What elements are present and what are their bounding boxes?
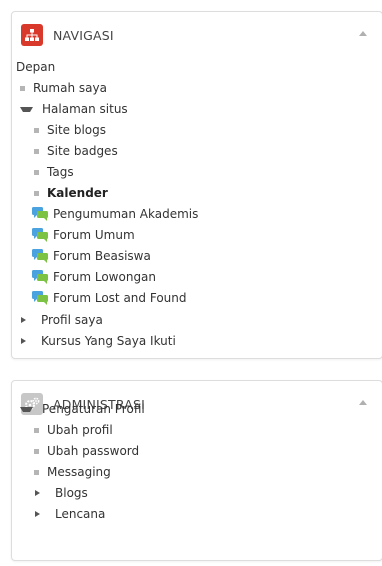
nav-item-kursus[interactable]: Kursus Yang Saya Ikuti — [20, 332, 176, 350]
admin-item-messaging[interactable]: Messaging — [34, 463, 111, 481]
admin-item-blogs[interactable]: Blogs — [34, 484, 88, 502]
bullet-icon — [34, 448, 39, 454]
nav-item-tags[interactable]: Tags — [34, 163, 74, 181]
admin-item-label[interactable]: Pengaturan Profil — [42, 402, 145, 416]
admin-item-pengaturan-profil[interactable]: Pengaturan Profil — [20, 400, 145, 418]
collapsed-arrow-icon[interactable] — [21, 338, 31, 344]
nav-item-label[interactable]: Kursus Yang Saya Ikuti — [41, 334, 176, 348]
admin-item-label[interactable]: Messaging — [47, 465, 111, 479]
admin-item-lencana[interactable]: Lencana — [34, 505, 105, 523]
nav-item-label[interactable]: Kalender — [47, 186, 108, 200]
admin-item-ubah-profil[interactable]: Ubah profil — [34, 421, 113, 439]
bullet-icon — [20, 85, 25, 91]
bullet-icon — [34, 148, 39, 154]
forum-icon — [32, 249, 48, 263]
nav-item-forum-umum[interactable]: Forum Umum — [32, 226, 135, 244]
admin-item-ubah-password[interactable]: Ubah password — [34, 442, 139, 460]
nav-item-label[interactable]: Forum Lost and Found — [53, 291, 186, 305]
nav-item-label[interactable]: Tags — [47, 165, 74, 179]
administration-block: ADMINISTRASI Pengaturan Profil Ubah prof… — [11, 380, 382, 561]
bullet-icon — [34, 469, 39, 475]
navigation-header: NAVIGASI — [21, 23, 373, 47]
nav-item-label[interactable]: Halaman situs — [42, 102, 128, 116]
nav-item-depan[interactable]: Depan — [16, 58, 55, 76]
nav-item-label[interactable]: Forum Umum — [53, 228, 135, 242]
nav-item-pengumuman-akademis[interactable]: Pengumuman Akademis — [32, 205, 198, 223]
nav-item-forum-lowongan[interactable]: Forum Lowongan — [32, 268, 156, 286]
nav-item-label[interactable]: Rumah saya — [33, 81, 107, 95]
bullet-icon — [34, 169, 39, 175]
nav-item-label[interactable]: Forum Lowongan — [53, 270, 156, 284]
admin-item-label[interactable]: Lencana — [55, 507, 105, 521]
forum-icon — [32, 207, 48, 221]
admin-item-label[interactable]: Ubah password — [47, 444, 139, 458]
expanded-arrow-icon[interactable] — [20, 106, 33, 112]
nav-item-label[interactable]: Site blogs — [47, 123, 106, 137]
bullet-icon — [34, 427, 39, 433]
forum-icon — [32, 270, 48, 284]
nav-item-label[interactable]: Depan — [16, 60, 55, 74]
nav-item-kalender[interactable]: Kalender — [34, 184, 108, 202]
collapse-caret-icon[interactable] — [359, 31, 367, 36]
collapsed-arrow-icon[interactable] — [35, 490, 45, 496]
nav-item-halaman-situs[interactable]: Halaman situs — [20, 100, 128, 118]
nav-item-site-blogs[interactable]: Site blogs — [34, 121, 106, 139]
nav-item-label[interactable]: Pengumuman Akademis — [53, 207, 198, 221]
navigation-block: NAVIGASI Depan Rumah saya Halaman situs … — [11, 11, 382, 359]
nav-item-forum-lost-and-found[interactable]: Forum Lost and Found — [32, 289, 186, 307]
forum-icon — [32, 291, 48, 305]
nav-item-forum-beasiswa[interactable]: Forum Beasiswa — [32, 247, 151, 265]
collapsed-arrow-icon[interactable] — [35, 511, 45, 517]
admin-item-label[interactable]: Blogs — [55, 486, 88, 500]
bullet-icon — [34, 190, 39, 196]
nav-item-profil-saya[interactable]: Profil saya — [20, 311, 103, 329]
nav-item-label[interactable]: Profil saya — [41, 313, 103, 327]
expanded-arrow-icon[interactable] — [20, 406, 33, 412]
nav-item-label[interactable]: Forum Beasiswa — [53, 249, 151, 263]
forum-icon — [32, 228, 48, 242]
nav-item-rumah-saya[interactable]: Rumah saya — [20, 79, 107, 97]
bullet-icon — [34, 127, 39, 133]
sitemap-icon — [21, 24, 43, 46]
collapse-caret-icon[interactable] — [359, 400, 367, 405]
nav-item-site-badges[interactable]: Site badges — [34, 142, 118, 160]
admin-item-label[interactable]: Ubah profil — [47, 423, 113, 437]
nav-item-label[interactable]: Site badges — [47, 144, 118, 158]
navigation-title: NAVIGASI — [53, 27, 114, 43]
collapsed-arrow-icon[interactable] — [21, 317, 31, 323]
